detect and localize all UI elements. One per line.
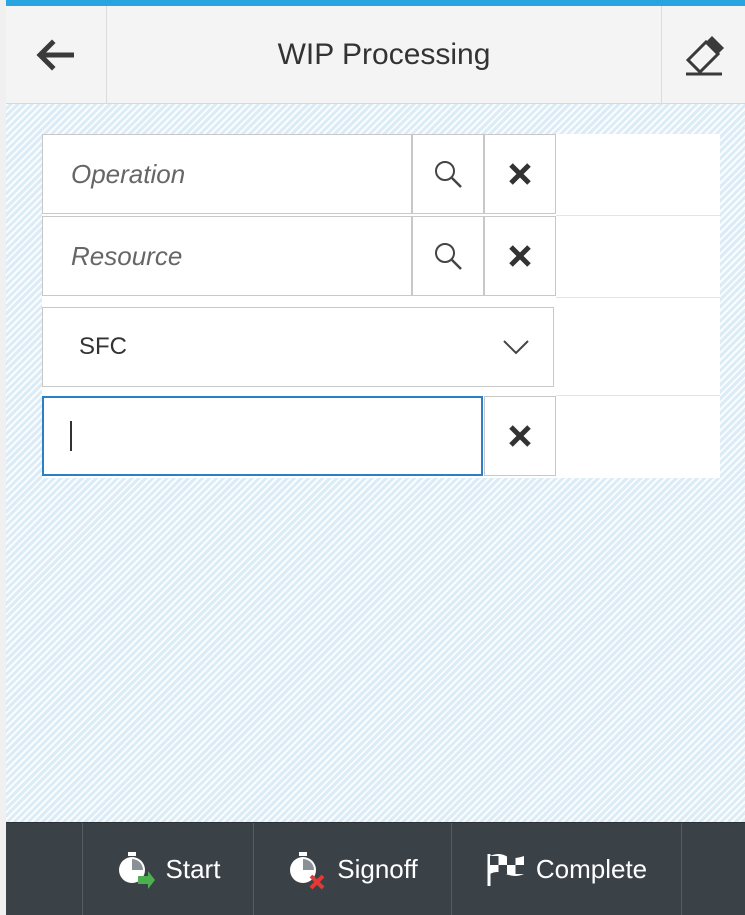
start-button[interactable]: Start <box>83 823 253 915</box>
header-bar: WIP Processing <box>6 6 745 104</box>
resource-placeholder: Resource <box>71 240 183 271</box>
sfc-input[interactable] <box>42 396 483 476</box>
close-icon <box>509 245 531 267</box>
content-area: Operation Resource SFC <box>6 104 745 822</box>
search-icon <box>435 243 462 270</box>
resource-clear-button[interactable] <box>484 216 556 296</box>
row-divider <box>556 297 720 298</box>
operation-search-button[interactable] <box>412 134 484 214</box>
input-type-select[interactable]: SFC <box>42 307 554 387</box>
app-window: WIP Processing Operation Resource SFC St… <box>0 0 745 915</box>
toolbar-separator <box>681 823 682 915</box>
operation-input[interactable]: Operation <box>42 134 412 214</box>
text-caret <box>70 421 72 451</box>
search-icon <box>435 161 462 188</box>
sfc-clear-button[interactable] <box>484 396 556 476</box>
row-divider <box>556 215 720 216</box>
start-timer-icon <box>118 851 155 889</box>
back-button[interactable] <box>6 6 107 104</box>
row-divider <box>556 395 720 396</box>
arrow-left-icon <box>36 39 74 71</box>
complete-label: Complete <box>535 854 648 884</box>
resource-search-button[interactable] <box>412 216 484 296</box>
checkered-flag-icon <box>487 853 524 886</box>
complete-button[interactable]: Complete <box>452 823 681 915</box>
eraser-icon <box>685 36 724 76</box>
input-type-value: SFC <box>79 333 127 360</box>
signoff-label: Signoff <box>337 854 418 884</box>
footer-toolbar: Start Signoff Complete <box>6 822 745 915</box>
signoff-timer-icon <box>290 851 325 889</box>
resource-input[interactable]: Resource <box>42 216 412 296</box>
operation-clear-button[interactable] <box>484 134 556 214</box>
page-title: WIP Processing <box>277 38 491 71</box>
start-label: Start <box>165 854 221 884</box>
chevron-down-icon <box>503 340 529 355</box>
input-panel: Operation Resource SFC <box>42 134 720 478</box>
operation-placeholder: Operation <box>71 158 186 189</box>
close-icon <box>509 163 531 185</box>
close-icon <box>509 425 531 447</box>
clear-all-button[interactable] <box>661 6 745 104</box>
signoff-button[interactable]: Signoff <box>254 823 451 915</box>
